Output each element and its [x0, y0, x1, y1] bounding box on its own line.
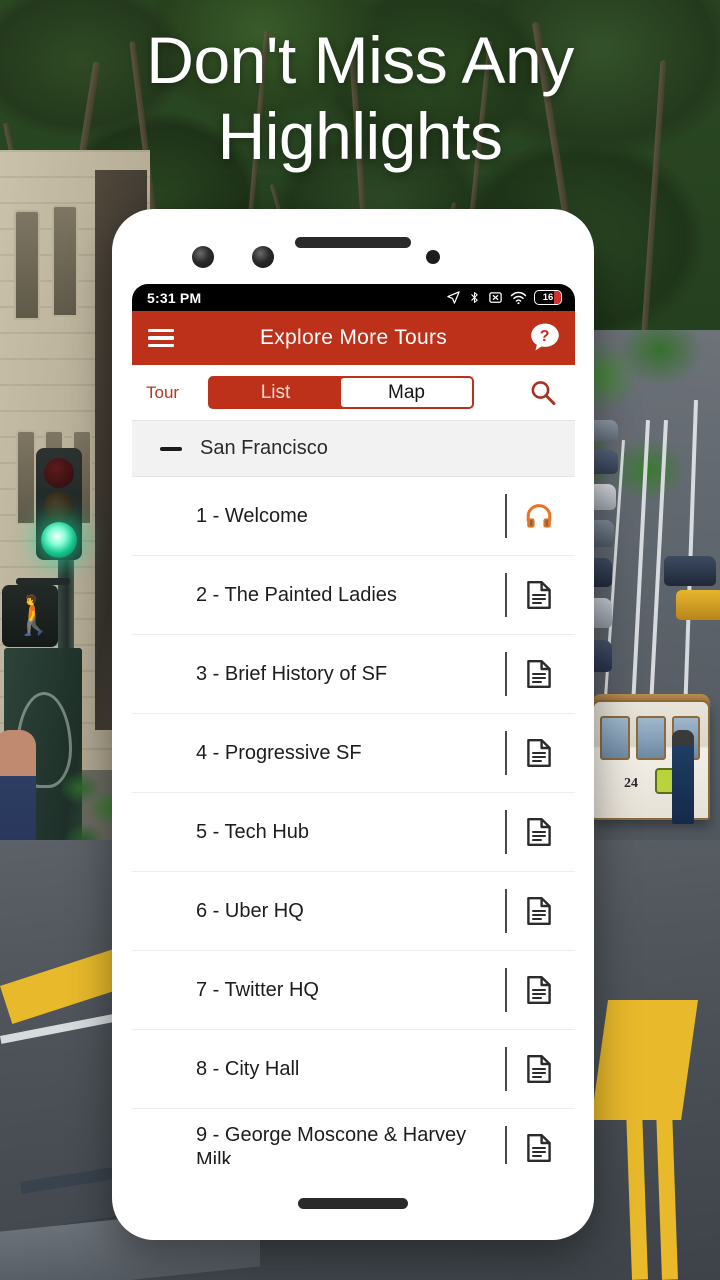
facade-window — [52, 205, 78, 317]
battery-percent-label: 16 — [542, 292, 554, 303]
app-bar: Explore More Tours ? — [132, 311, 575, 365]
list-item-label: 7 - Twitter HQ — [196, 978, 319, 1001]
bluetooth-icon — [468, 290, 481, 305]
hamburger-bar — [148, 336, 174, 340]
status-bar-clock: 5:31 PM — [147, 289, 202, 306]
facade-window — [16, 430, 36, 525]
list-item-label: 2 - The Painted Ladies — [196, 583, 397, 606]
table-row[interactable]: 4 - Progressive SF — [132, 714, 575, 793]
document-icon[interactable] — [517, 810, 561, 854]
list-item-label: 8 - City Hall — [196, 1057, 300, 1080]
promo-headline: Don't Miss Any Highlights — [0, 22, 720, 174]
table-row[interactable]: 2 - The Painted Ladies — [132, 556, 575, 635]
table-row[interactable]: 8 - City Hall — [132, 1030, 575, 1109]
proximity-sensor — [426, 250, 440, 264]
group-title: San Francisco — [200, 437, 328, 459]
phone-earpiece-speaker — [295, 237, 411, 248]
row-divider — [505, 968, 507, 1012]
taxi-car — [676, 590, 720, 620]
table-row[interactable]: 3 - Brief History of SF — [132, 635, 575, 714]
walking-person-icon: 🚶 — [10, 595, 58, 637]
tour-label: Tour — [146, 382, 180, 402]
traffic-light-amber-lamp — [44, 492, 74, 522]
table-row[interactable]: 1 - Welcome — [132, 477, 575, 556]
battery-icon: 16 — [534, 290, 562, 305]
page-title: Explore More Tours — [259, 326, 448, 349]
document-icon[interactable] — [517, 573, 561, 617]
list-map-segmented-control[interactable]: List Map — [208, 376, 474, 409]
wifi-icon — [510, 291, 527, 305]
list-item-label: 3 - Brief History of SF — [196, 662, 388, 685]
cable-car-number: 24 — [624, 776, 638, 791]
table-row[interactable]: 7 - Twitter HQ — [132, 951, 575, 1030]
search-icon[interactable] — [523, 373, 563, 413]
status-bar-icons: 16 — [446, 290, 562, 305]
battery-level-fill — [554, 291, 561, 304]
document-icon[interactable] — [517, 1126, 561, 1164]
tour-stop-list: 1 - Welcome 2 - The Painted Ladies 3 - B… — [132, 477, 575, 1164]
list-item-label: 9 - George Moscone & Harvey Milk — [196, 1124, 467, 1164]
hamburger-menu-icon[interactable] — [148, 328, 174, 348]
hamburger-bar — [148, 344, 174, 348]
list-item-label: 1 - Welcome — [196, 504, 308, 527]
list-item-label: 5 - Tech Hub — [196, 820, 310, 843]
list-item-label: 4 - Progressive SF — [196, 741, 362, 764]
facade-window — [14, 210, 40, 320]
table-row[interactable]: 5 - Tech Hub — [132, 793, 575, 872]
row-divider — [505, 494, 507, 538]
help-question-bubble-icon[interactable]: ? — [528, 321, 562, 355]
row-divider — [505, 573, 507, 617]
collapse-minus-icon[interactable] — [160, 446, 182, 451]
headphones-icon[interactable] — [517, 494, 561, 538]
row-divider — [505, 652, 507, 696]
table-row[interactable]: 6 - Uber HQ — [132, 872, 575, 951]
document-icon[interactable] — [517, 1047, 561, 1091]
row-divider — [505, 1126, 507, 1164]
row-divider — [505, 731, 507, 775]
traffic-light-red-lamp — [44, 458, 74, 488]
front-camera-lens-secondary — [252, 246, 274, 268]
traffic-light-green-lamp — [41, 522, 77, 558]
no-sim-icon — [488, 290, 503, 305]
yellow-road-marking — [591, 1000, 698, 1120]
location-arrow-icon — [446, 290, 461, 305]
group-header-san-francisco[interactable]: San Francisco — [132, 421, 575, 477]
table-row[interactable]: 9 - George Moscone & Harvey Milk — [132, 1109, 575, 1164]
moving-car — [664, 556, 716, 586]
row-divider — [505, 1047, 507, 1091]
cable-car-window — [636, 716, 666, 760]
row-divider — [505, 889, 507, 933]
segment-map[interactable]: Map — [341, 378, 472, 407]
document-icon[interactable] — [517, 652, 561, 696]
status-bar: 5:31 PM 16 — [132, 284, 575, 311]
document-icon[interactable] — [517, 889, 561, 933]
cable-car-conductor — [672, 730, 694, 824]
svg-text:?: ? — [540, 328, 550, 345]
document-icon[interactable] — [517, 731, 561, 775]
app-viewport: 5:31 PM 16 Explore More Tours ? Tour Lis… — [132, 284, 575, 1164]
segment-list[interactable]: List — [210, 378, 341, 407]
row-divider — [505, 810, 507, 854]
headline-line-2: Highlights — [217, 99, 503, 173]
hamburger-bar — [148, 328, 174, 332]
front-camera-lens — [192, 246, 214, 268]
list-item-label: 6 - Uber HQ — [196, 899, 304, 922]
home-indicator-bar — [298, 1198, 408, 1209]
promo-screenshot: 🚶 24 Don't Miss Any Highlights 5:31 PM 1… — [0, 0, 720, 1280]
pedestrian-signal-arm — [16, 578, 70, 585]
cable-car-window — [600, 716, 630, 760]
document-icon[interactable] — [517, 968, 561, 1012]
headline-line-1: Don't Miss Any — [146, 23, 574, 97]
tour-toolbar: Tour List Map — [132, 365, 575, 421]
